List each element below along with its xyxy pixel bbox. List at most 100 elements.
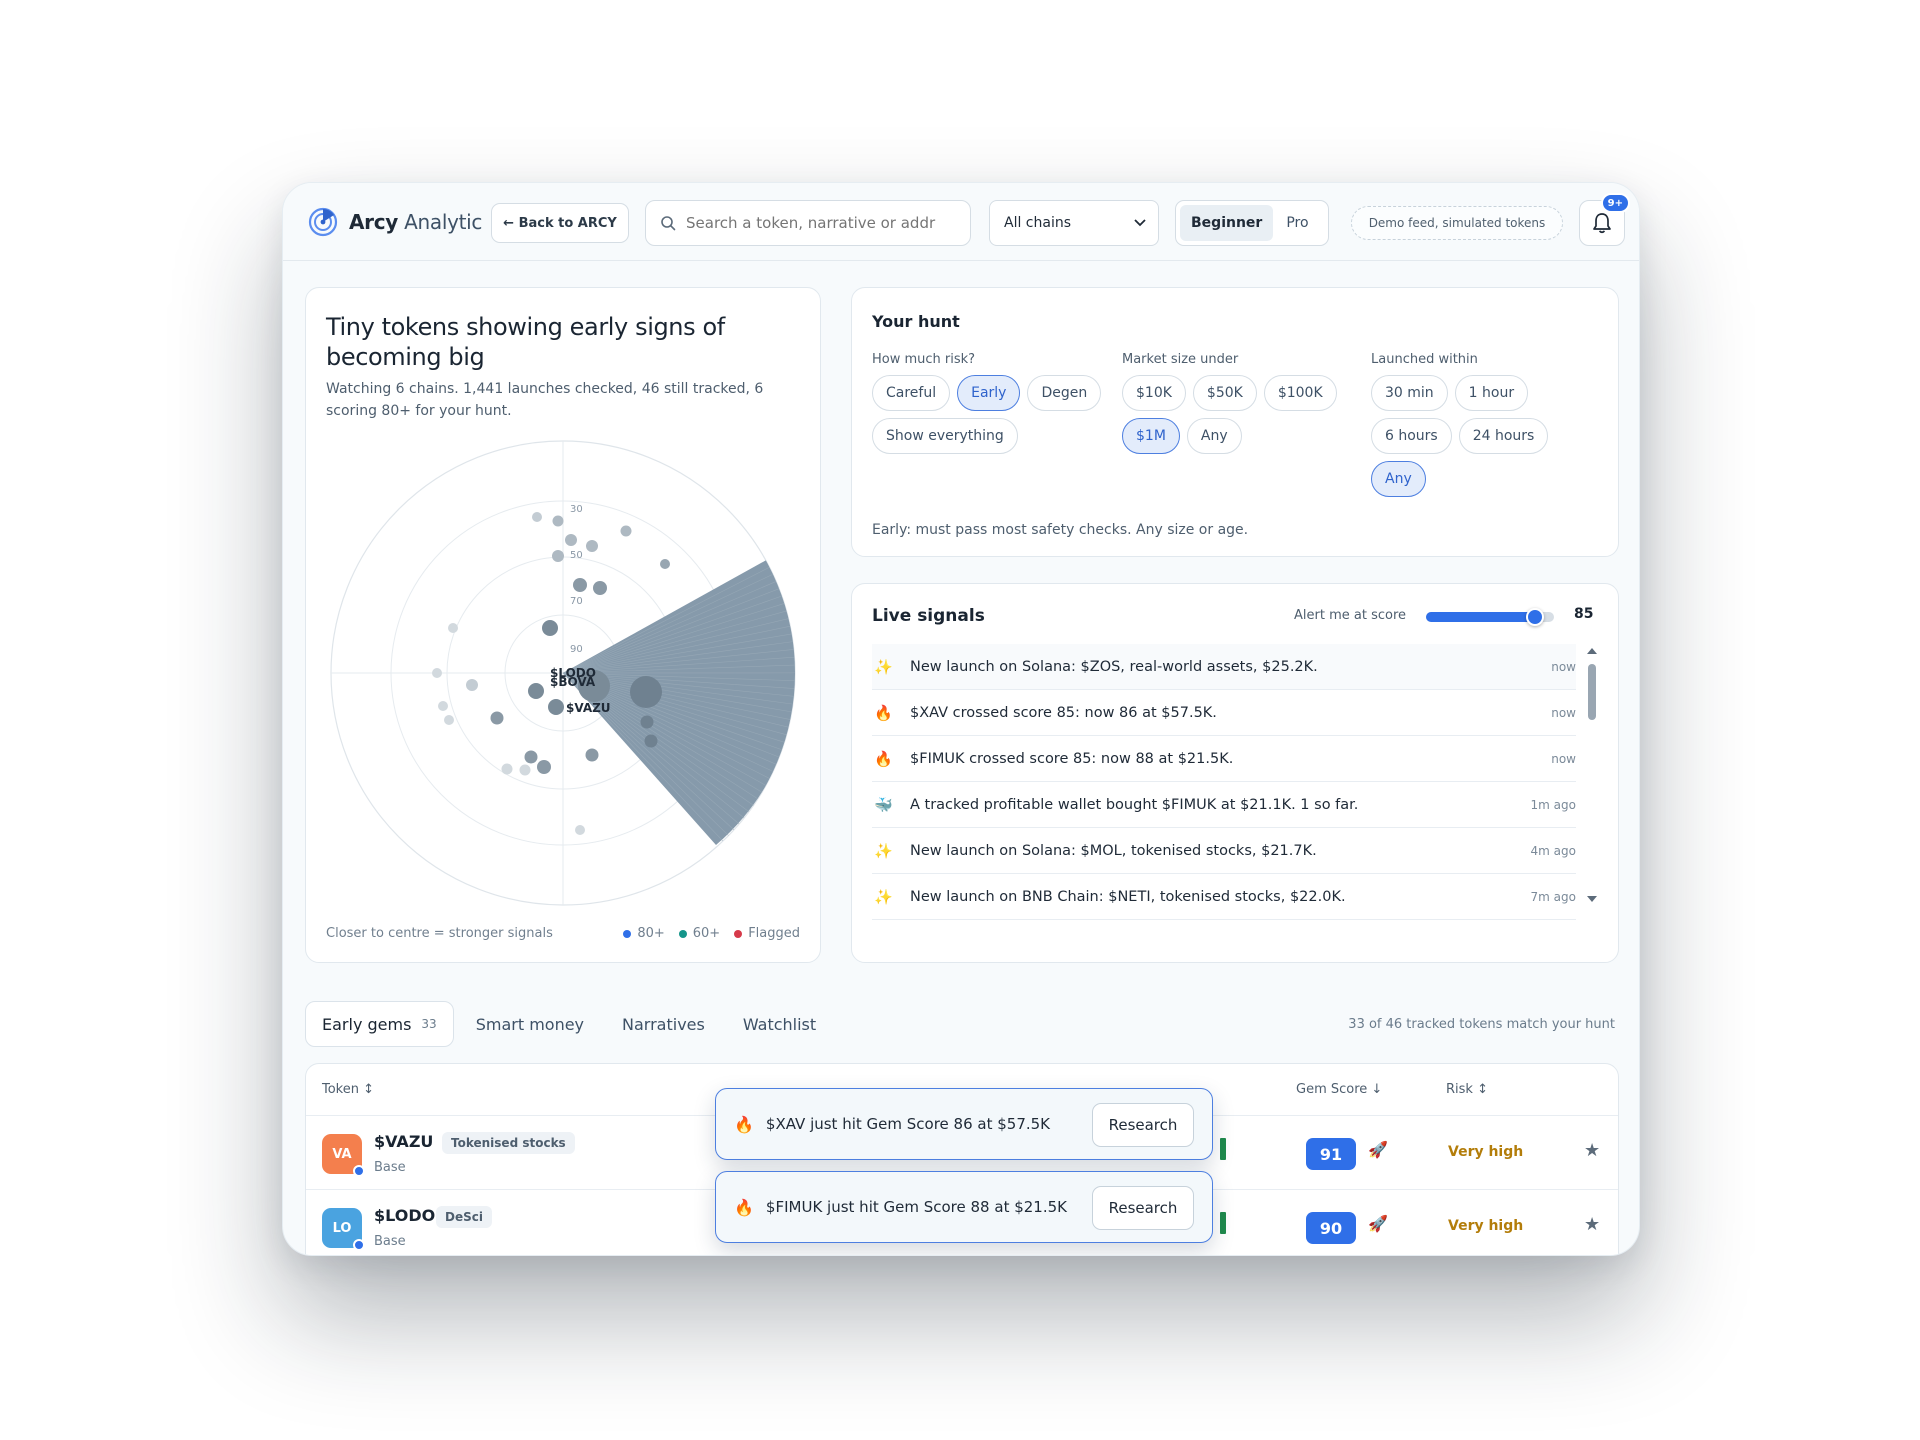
signal-text: A tracked profitable wallet bought $FIMU…: [910, 796, 1359, 813]
chain-dot-icon: [353, 1165, 365, 1177]
radar-token-dot[interactable]: [593, 581, 607, 595]
tab-early-gems[interactable]: Early gems 33: [305, 1001, 454, 1047]
signal-item[interactable]: 🐳 A tracked profitable wallet bought $FI…: [872, 782, 1576, 828]
token-name[interactable]: $VAZU: [374, 1132, 433, 1151]
radar-footnote: Closer to centre = stronger signals: [326, 926, 553, 941]
radar-token-dot[interactable]: [444, 715, 454, 725]
risk-chip-early[interactable]: Early: [957, 375, 1021, 411]
launch-chip-30min[interactable]: 30 min: [1371, 375, 1448, 411]
radar-token-dot[interactable]: [573, 578, 587, 592]
signals-scrollbar[interactable]: [1586, 646, 1598, 904]
scroll-up-icon[interactable]: [1586, 646, 1598, 656]
size-chip-any[interactable]: Any: [1186, 418, 1242, 454]
scroll-down-icon[interactable]: [1586, 894, 1598, 904]
chain-select-value: All chains: [1004, 215, 1072, 231]
signal-text: $XAV crossed score 85: now 86 at $57.5K.: [910, 704, 1217, 721]
radar-token-dot[interactable]: [660, 559, 670, 569]
notification-count-badge: 9+: [1600, 193, 1630, 213]
radar-token-dot[interactable]: [630, 676, 662, 708]
token-name[interactable]: $LODO: [374, 1206, 435, 1225]
search-box[interactable]: [645, 200, 971, 246]
launch-chip-6hours[interactable]: 6 hours: [1371, 418, 1452, 454]
signal-time: 4m ago: [1530, 843, 1576, 858]
radar-token-dot[interactable]: [448, 623, 458, 633]
radar-token-dot[interactable]: [620, 525, 632, 537]
signal-item[interactable]: ✨ New launch on Solana: $MOL, tokenised …: [872, 828, 1576, 874]
header-gem-score[interactable]: Gem Score ↓: [1296, 1082, 1382, 1097]
radar-token-dot[interactable]: [542, 620, 558, 636]
signal-item[interactable]: 🔥 $XAV crossed score 85: now 86 at $57.5…: [872, 690, 1576, 736]
risk-chip-show-everything[interactable]: Show everything: [872, 418, 1018, 454]
token-avatar: LO: [322, 1208, 365, 1251]
radar-token-dot[interactable]: [552, 550, 564, 562]
signal-item[interactable]: ✨ New launch on Solana: $ZOS, real-world…: [872, 644, 1576, 690]
radar-subtitle: Watching 6 chains. 1,441 launches checke…: [326, 381, 764, 419]
signal-time: now: [1551, 705, 1576, 720]
radar-token-dot[interactable]: [466, 679, 478, 691]
radar-token-dot[interactable]: [565, 534, 577, 546]
launch-chip-24hours[interactable]: 24 hours: [1458, 418, 1549, 454]
radar-token-dot[interactable]: [519, 764, 531, 776]
tab-narratives[interactable]: Narratives: [606, 1001, 721, 1047]
radar-token-dot[interactable]: [438, 701, 448, 711]
tab-watchlist[interactable]: Watchlist: [727, 1001, 832, 1047]
search-input[interactable]: [686, 214, 946, 232]
signal-item[interactable]: 🔥 $FIMUK crossed score 85: now 88 at $21…: [872, 736, 1576, 782]
score-toast: 🔥 $XAV just hit Gem Score 86 at $57.5K R…: [715, 1088, 1213, 1160]
signal-item[interactable]: ✨ New launch on BNB Chain: $NETI, tokeni…: [872, 874, 1576, 920]
radar-token-dot[interactable]: [585, 748, 599, 762]
size-chip-1m[interactable]: $1M: [1122, 418, 1180, 454]
tab-smart-money[interactable]: Smart money: [460, 1001, 600, 1047]
score-toast: 🔥 $FIMUK just hit Gem Score 88 at $21.5K…: [715, 1171, 1213, 1243]
scrollbar-thumb[interactable]: [1588, 664, 1596, 720]
token-chain: Base: [374, 1234, 406, 1249]
signal-bar: [1220, 1138, 1226, 1160]
signal-text: New launch on BNB Chain: $NETI, tokenise…: [910, 888, 1346, 905]
radar-token-dot[interactable]: [532, 512, 542, 522]
radar-token-dot[interactable]: [644, 734, 658, 748]
launch-chip-any[interactable]: Any: [1371, 461, 1426, 497]
mode-pro[interactable]: Pro: [1275, 205, 1319, 241]
ring-label-30: 30: [570, 504, 583, 515]
radar-token-dot[interactable]: [524, 750, 538, 764]
radar-token-dot[interactable]: [586, 540, 598, 552]
match-count-note: 33 of 46 tracked tokens match your hunt: [1348, 1017, 1615, 1032]
radar-token-dot[interactable]: [432, 668, 442, 678]
back-to-arcy-button[interactable]: ← Back to ARCY: [491, 203, 629, 243]
watchlist-star-icon[interactable]: ★: [1584, 1214, 1600, 1235]
radar-token-dot[interactable]: [528, 683, 544, 699]
toast-text: $XAV just hit Gem Score 86 at $57.5K: [765, 1115, 1051, 1133]
launch-chip-1hour[interactable]: 1 hour: [1454, 375, 1529, 411]
radar-token-dot[interactable]: [490, 711, 504, 725]
radar-token-dot[interactable]: [537, 760, 551, 774]
notifications-button[interactable]: 9+: [1579, 193, 1630, 246]
size-filter: Market size under $10K $50K $100K $1M An…: [1122, 352, 1352, 454]
size-chip-10k[interactable]: $10K: [1122, 375, 1186, 411]
alert-slider-thumb[interactable]: [1525, 608, 1544, 626]
bell-icon: [1593, 213, 1611, 234]
risk-chip-careful[interactable]: Careful: [872, 375, 951, 411]
watchlist-star-icon[interactable]: ★: [1584, 1140, 1600, 1161]
radar-token-dot[interactable]: [640, 715, 654, 729]
radar-token-dot[interactable]: [575, 825, 585, 835]
mode-beginner[interactable]: Beginner: [1180, 205, 1274, 241]
research-button[interactable]: Research: [1092, 1103, 1194, 1147]
risk-chip-degen[interactable]: Degen: [1027, 375, 1102, 411]
app-window: Arcy Analytic ← Back to ARCY All chains …: [282, 182, 1640, 1256]
brand[interactable]: Arcy Analytic: [307, 206, 482, 238]
radar-token-dot[interactable]: [501, 763, 513, 775]
token-narrative-tag: Tokenised stocks: [442, 1132, 575, 1154]
alert-score-slider[interactable]: [1426, 608, 1554, 626]
radar-token-dot[interactable]: [548, 699, 564, 715]
radar-token-dot[interactable]: [552, 515, 564, 527]
sparkle-icon: ✨: [874, 887, 893, 906]
chain-select[interactable]: All chains: [989, 200, 1159, 246]
signal-time: 1m ago: [1530, 797, 1576, 812]
header-token[interactable]: Token ↕: [322, 1082, 374, 1097]
demo-feed-badge: Demo feed, simulated tokens: [1351, 206, 1563, 240]
size-chip-100k[interactable]: $100K: [1263, 375, 1337, 411]
research-button[interactable]: Research: [1092, 1186, 1194, 1230]
header-risk[interactable]: Risk ↕: [1446, 1082, 1488, 1097]
size-chip-50k[interactable]: $50K: [1192, 375, 1257, 411]
whale-icon: 🐳: [874, 795, 893, 814]
